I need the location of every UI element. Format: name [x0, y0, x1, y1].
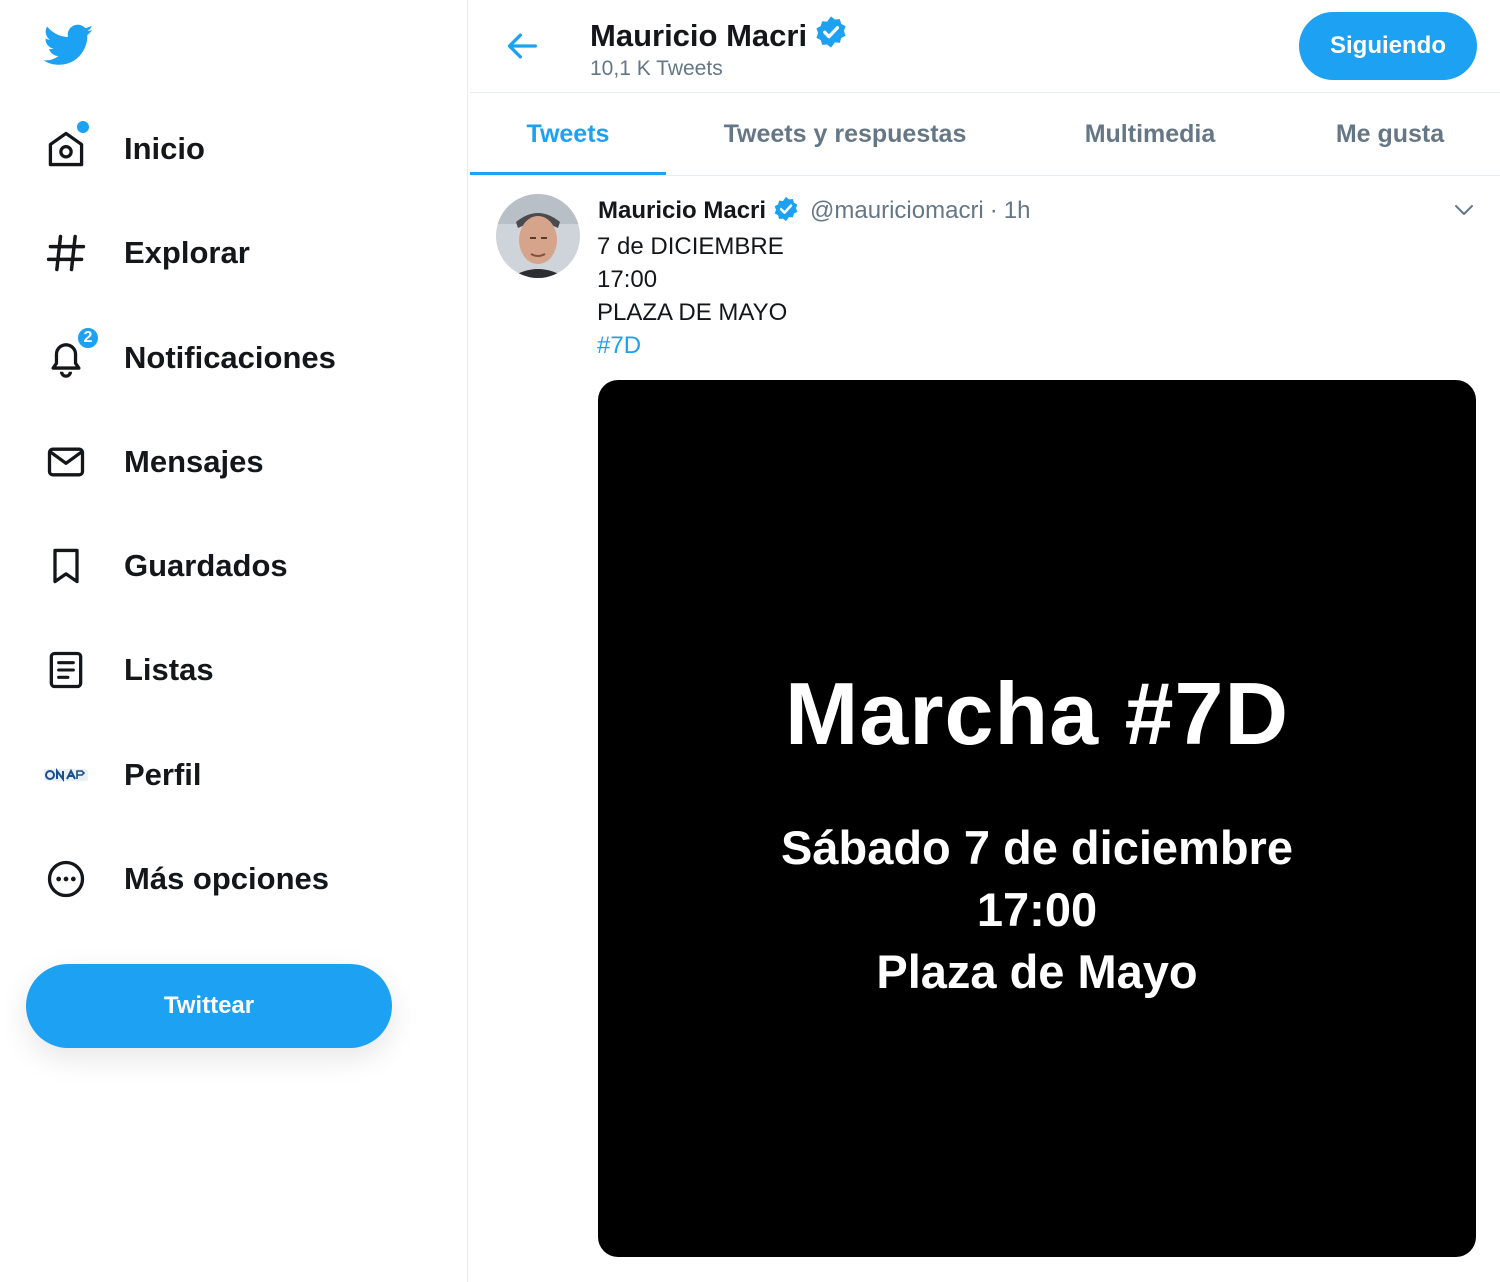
- media-time-line: 17:00: [976, 883, 1098, 936]
- nav-label-mas-opciones: Más opciones: [124, 861, 329, 896]
- bookmark-icon: [40, 540, 92, 592]
- profile-name: Mauricio Macri: [590, 18, 808, 53]
- nav-item-mas-opciones[interactable]: Más opciones: [40, 849, 329, 909]
- tweet-media-image[interactable]: Marcha #7D Sábado 7 de diciembre 17:00 P…: [598, 380, 1476, 1257]
- nav-item-listas[interactable]: Listas: [40, 640, 214, 700]
- avatar[interactable]: [496, 194, 580, 278]
- nav-label-perfil: Perfil: [124, 757, 202, 792]
- nav-label-notificaciones: Notificaciones: [124, 340, 336, 375]
- profile-header-name: Mauricio Macri: [590, 14, 849, 58]
- tweet-text-line: PLAZA DE MAYO: [597, 299, 788, 326]
- nav-label-mensajes: Mensajes: [124, 444, 264, 479]
- nav-label-guardados: Guardados: [124, 548, 288, 583]
- tweet-header: Mauricio Macri @mauriciomacri · 1h: [598, 195, 1030, 227]
- nav-label-explorar: Explorar: [124, 235, 250, 270]
- tweet-compose-button[interactable]: Twittear: [26, 964, 392, 1048]
- tweet-timestamp[interactable]: 1h: [1004, 197, 1031, 225]
- tweet-text-line: 17:00: [597, 266, 658, 293]
- profile-tabs: Tweets Tweets y respuestas Multimedia Me…: [470, 92, 1500, 176]
- list-icon: [40, 644, 92, 696]
- profile-logo-icon: [40, 749, 92, 801]
- nav-item-guardados[interactable]: Guardados: [40, 536, 288, 596]
- nav-item-explorar[interactable]: Explorar: [40, 223, 250, 283]
- tab-tweets-y-respuestas[interactable]: Tweets y respuestas: [708, 93, 982, 175]
- tweet-author-name[interactable]: Mauricio Macri: [598, 197, 766, 225]
- verified-badge-icon: [772, 195, 800, 228]
- tab-multimedia[interactable]: Multimedia: [1060, 93, 1240, 175]
- nav-item-notificaciones[interactable]: 2 Notificaciones: [40, 326, 336, 388]
- nav-item-perfil[interactable]: Perfil: [40, 745, 202, 805]
- nav-label-inicio: Inicio: [124, 131, 205, 166]
- back-arrow-icon[interactable]: [500, 26, 544, 66]
- bell-icon: 2: [40, 326, 100, 384]
- envelope-icon: [40, 436, 92, 488]
- tab-tweets[interactable]: Tweets: [470, 93, 666, 175]
- home-icon: [40, 121, 92, 175]
- chevron-down-icon[interactable]: [1452, 200, 1476, 220]
- tweet-separator: ·: [989, 197, 998, 224]
- following-button[interactable]: Siguiendo: [1299, 12, 1477, 80]
- active-tab-indicator: [470, 172, 666, 175]
- main-column: Mauricio Macri 10,1 K Tweets Siguiendo T…: [470, 0, 1500, 1282]
- nav-label-listas: Listas: [124, 652, 214, 687]
- notification-count-badge: 2: [76, 326, 100, 350]
- more-options-icon: [40, 853, 92, 905]
- tweet-text-line: 7 de DICIEMBRE: [597, 233, 784, 260]
- media-date-line: Sábado 7 de diciembre: [781, 821, 1293, 874]
- sidebar: Inicio Explorar 2 Notificaciones Mensaje…: [0, 0, 468, 1282]
- unread-dot: [77, 121, 89, 133]
- tweet-author-handle[interactable]: @mauriciomacri: [810, 197, 984, 225]
- hashtag-icon: [40, 227, 92, 279]
- tweet-count: 10,1 K Tweets: [590, 57, 723, 80]
- nav-item-mensajes[interactable]: Mensajes: [40, 432, 264, 492]
- tab-me-gusta[interactable]: Me gusta: [1318, 93, 1462, 175]
- media-place-line: Plaza de Mayo: [876, 945, 1198, 998]
- nav-item-inicio[interactable]: Inicio: [40, 119, 205, 179]
- tweet-hashtag-link[interactable]: #7D: [597, 332, 641, 360]
- verified-badge-icon: [813, 14, 849, 58]
- twitter-bird-icon[interactable]: [42, 20, 96, 70]
- media-title: Marcha #7D: [784, 664, 1289, 763]
